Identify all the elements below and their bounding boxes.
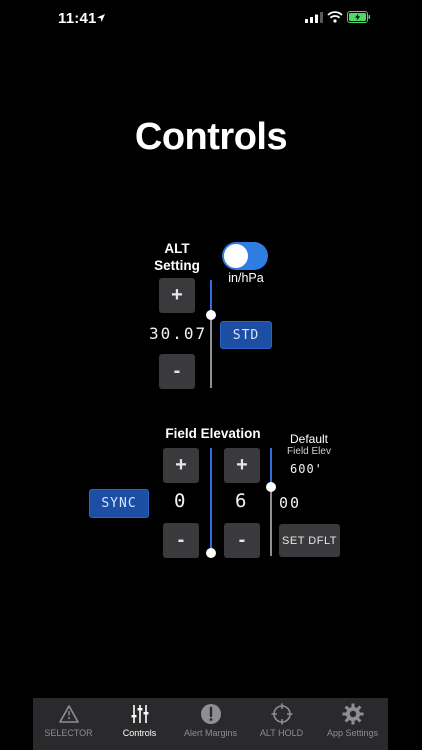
alt-setting-value: 30.07 [149,324,208,343]
unit-toggle[interactable] [222,242,268,270]
tab-alt-hold[interactable]: ALT HOLD [246,698,317,750]
alt-slider-knob[interactable] [206,310,216,320]
default-label-line1: Default [289,432,329,446]
elevation-thousands-digit: 0 [174,490,188,512]
tab-app-settings[interactable]: App Settings [317,698,388,750]
field-elevation-label: Field Elevation [165,426,261,441]
crosshair-icon [271,703,292,725]
alt-slider-fill [210,280,212,314]
page-title: Controls [134,116,288,158]
tab-alert-margins[interactable]: Alert Margins [175,698,246,750]
tab-controls-label: Controls [122,728,157,738]
default-label-line2: Field Elev [287,446,331,457]
thousands-slider-fill [210,448,212,554]
elevation-hundreds-digit: 6 [235,490,249,512]
alt-decrement-button[interactable]: - [159,354,195,389]
gear-icon [342,703,363,725]
default-field-elev-value: 600' [290,462,323,476]
hundreds-increment-button[interactable]: + [224,448,260,483]
tab-bar: SELECTOR Controls Alert Margins ALT HOLD [33,698,388,750]
hundreds-slider-knob[interactable] [266,482,276,492]
battery-charging-icon [347,11,370,23]
alt-setting-label: ALT Setting [152,240,202,274]
thousands-slider-knob[interactable] [206,548,216,558]
status-time: 11:41 [58,10,97,27]
default-field-elev-label: Default Field Elev [278,432,340,457]
std-button[interactable]: STD [220,321,272,349]
sliders-icon [131,705,148,723]
wifi-icon [327,11,343,23]
set-default-button[interactable]: SET DFLT [279,524,340,557]
tab-app-settings-label: App Settings [326,728,379,738]
alt-setting-label-line2: Setting [154,258,200,273]
thousands-decrement-button[interactable]: - [163,523,199,558]
unit-toggle-label: in/hPa [228,271,264,285]
elevation-suffix: 00 [279,494,302,512]
unit-toggle-knob [224,244,248,268]
hundreds-decrement-button[interactable]: - [224,523,260,558]
tab-selector-label: SELECTOR [44,728,93,738]
alt-increment-button[interactable]: + [159,278,195,313]
hundreds-slider-fill [270,448,272,486]
exclamation-circle-icon [200,704,221,724]
tab-alert-margins-label: Alert Margins [183,728,237,738]
thousands-increment-button[interactable]: + [163,448,199,483]
alt-setting-label-line1: ALT [164,241,190,256]
tab-selector[interactable]: SELECTOR [33,698,104,750]
tab-controls[interactable]: Controls [104,698,175,750]
warning-triangle-icon [58,705,79,723]
location-arrow-icon [97,14,105,22]
cellular-signal-icon [305,12,323,23]
sync-button[interactable]: SYNC [89,489,149,518]
tab-alt-hold-label: ALT HOLD [259,728,304,738]
